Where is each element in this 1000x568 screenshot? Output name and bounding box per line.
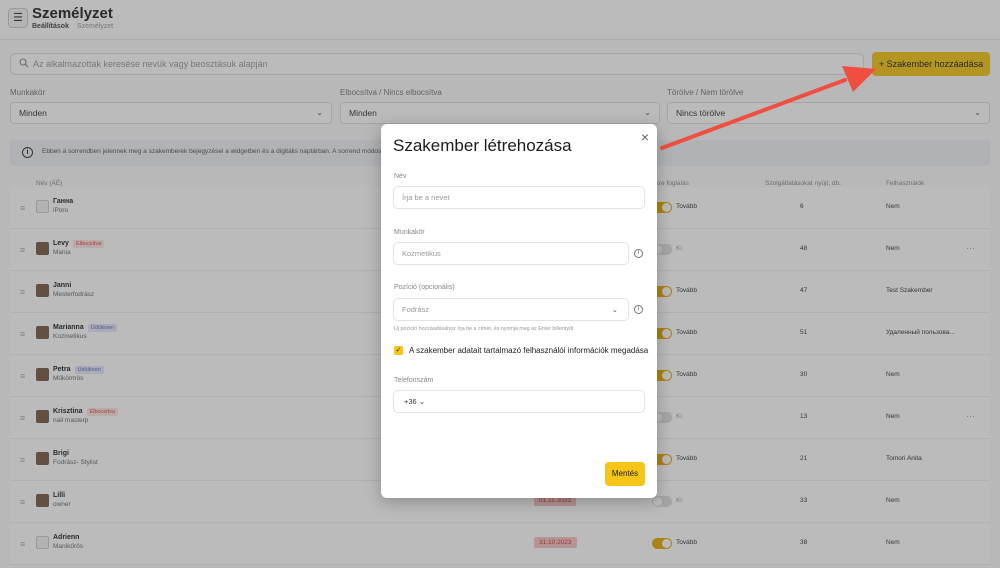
info-icon[interactable]: i (634, 249, 643, 258)
role-label: Munkakör (394, 229, 425, 236)
position-value: Fodrász (402, 305, 430, 314)
modal-title: Szakember létrehozása (393, 136, 572, 155)
phone-label: Telefonszám (394, 377, 434, 384)
staff-page: ☰ Személyzet Beállítások Személyzet Az a… (0, 0, 1000, 568)
chevron-down-icon: ⌄ (611, 305, 618, 314)
position-select[interactable]: Fodrász ⌄ (393, 298, 629, 321)
name-field[interactable]: Írja be a nevet (393, 186, 645, 209)
phone-country-code[interactable]: +36 ⌄ (404, 391, 425, 412)
save-button[interactable]: Mentés (605, 462, 645, 486)
close-icon[interactable]: × (641, 129, 649, 145)
role-field[interactable]: Kozmetikus (393, 242, 629, 265)
phone-field[interactable]: +36 ⌄ (393, 390, 645, 413)
user-info-checkbox-label[interactable]: A szakember adatait tartalmazó felhaszná… (409, 345, 649, 357)
create-specialist-modal: × Szakember létrehozása Név Írja be a ne… (381, 124, 657, 498)
name-label: Név (394, 173, 407, 180)
user-info-checkbox[interactable]: ✓ (394, 346, 403, 355)
position-label: Pozíció (opcionális) (394, 284, 455, 291)
info-icon[interactable]: i (634, 305, 643, 314)
position-hint: Új pozíció hozzáadásához írja be a címet… (394, 326, 574, 332)
